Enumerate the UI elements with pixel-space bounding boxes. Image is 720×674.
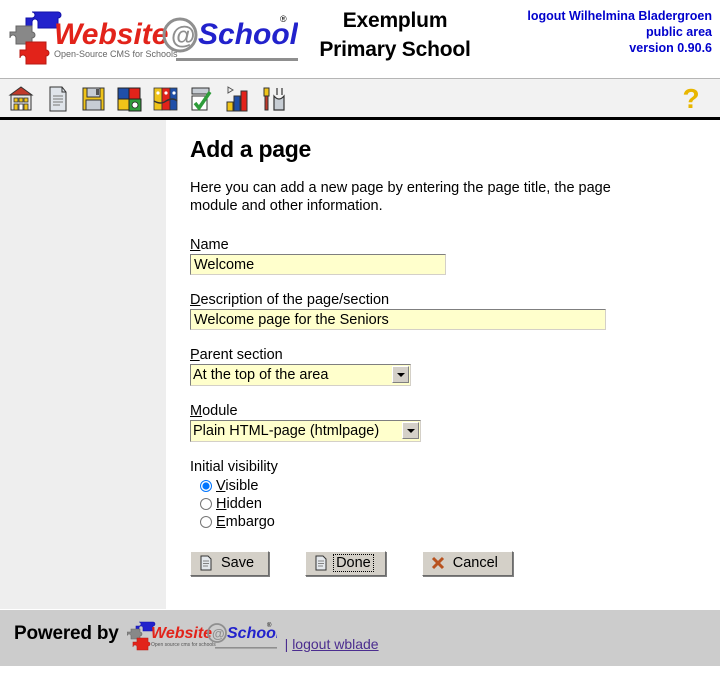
- visible-accesskey: V: [216, 478, 226, 494]
- svg-text:@: @: [171, 22, 195, 50]
- done-button[interactable]: Done: [305, 551, 386, 576]
- logout-link-text[interactable]: logout Wilhelmina Bladergroen: [527, 9, 712, 23]
- visible-rest: isible: [225, 478, 259, 494]
- name-accesskey: N: [190, 237, 201, 253]
- footer-separator: |: [284, 636, 289, 652]
- footer-link-group: | logout wblade: [285, 634, 379, 654]
- parent-section-label-rest: arent section: [199, 347, 283, 363]
- done-button-label: Done: [333, 554, 374, 572]
- field-group-parent-section: Parent section At the top of the area: [190, 347, 702, 386]
- name-label: Name: [190, 237, 702, 253]
- cancel-button[interactable]: Cancel: [421, 551, 513, 576]
- school-icon[interactable]: [6, 83, 36, 115]
- module-select-wrap: Plain HTML-page (htmlpage): [190, 420, 421, 442]
- visibility-radio-embargo[interactable]: [200, 516, 212, 528]
- page-footer: Powered by Website @ School ® Open sourc…: [0, 609, 720, 666]
- svg-text:®: ®: [267, 622, 272, 629]
- embargo-accesskey: E: [216, 514, 226, 530]
- header-status-block: logout Wilhelmina Bladergroen public are…: [527, 8, 712, 56]
- module-accesskey: M: [190, 403, 203, 419]
- website-at-school-logo[interactable]: Website @ School ® Open-Source CMS for S…: [8, 8, 298, 70]
- radio-row-embargo[interactable]: Embargo: [200, 513, 702, 531]
- school-name-line2: Primary School: [319, 38, 471, 61]
- school-name-line1: Exemplum: [342, 9, 448, 32]
- visibility-label: Initial visibility: [190, 459, 278, 475]
- visibility-radio-hidden-label[interactable]: Hidden: [216, 496, 262, 512]
- field-group-name: Name: [190, 237, 702, 275]
- toolbar-icon-group: [6, 83, 288, 115]
- save-disk-icon[interactable]: [78, 83, 108, 115]
- sidebar: [0, 120, 167, 609]
- save-button-label: Save: [221, 555, 255, 571]
- powered-by-label: Powered by: [14, 623, 119, 644]
- field-group-visibility: Initial visibility Visible Hidden Embarg…: [190, 459, 702, 531]
- main-toolbar: ?: [0, 78, 720, 120]
- module-label: Module: [190, 403, 702, 419]
- footer-content: Powered by Website @ School ® Open sourc…: [14, 618, 379, 654]
- users-faces-icon[interactable]: [150, 83, 180, 115]
- form-button-row: Save Done Cancel: [190, 551, 702, 576]
- tools-icon[interactable]: [258, 83, 288, 115]
- embargo-rest: mbargo: [225, 514, 275, 530]
- statistics-chart-icon[interactable]: [222, 83, 252, 115]
- page-icon: [200, 555, 212, 571]
- visibility-radio-hidden[interactable]: [200, 498, 212, 510]
- svg-text:?: ?: [682, 84, 699, 114]
- modules-puzzle-icon[interactable]: [114, 83, 144, 115]
- svg-text:Open-Source CMS for Schools: Open-Source CMS for Schools: [54, 49, 178, 59]
- page-title: Add a page: [190, 136, 311, 162]
- logout-link[interactable]: logout Wilhelmina Bladergroen: [527, 8, 712, 24]
- version-label: version 0.90.6: [629, 41, 712, 55]
- radio-row-hidden[interactable]: Hidden: [200, 495, 702, 513]
- main-content: Add a page Here you can add a new page b…: [168, 120, 720, 609]
- svg-text:Website: Website: [151, 625, 212, 642]
- logo-graphic: Website @ School ® Open-Source CMS for S…: [9, 11, 298, 65]
- visibility-radio-embargo-label[interactable]: Embargo: [216, 514, 275, 530]
- module-label-rest: odule: [202, 403, 238, 419]
- svg-text:Website: Website: [54, 18, 168, 51]
- name-label-rest: ame: [200, 237, 229, 253]
- area-label: public area: [646, 25, 712, 39]
- page-icon: [315, 555, 327, 571]
- svg-text:Open source cms for schools: Open source cms for schools: [151, 642, 216, 648]
- visibility-radio-visible[interactable]: [200, 480, 212, 492]
- name-input[interactable]: [190, 254, 446, 275]
- radio-row-visible[interactable]: Visible: [200, 477, 702, 495]
- description-accesskey: D: [190, 292, 201, 308]
- field-group-description: Description of the page/section: [190, 292, 702, 330]
- field-group-module: Module Plain HTML-page (htmlpage): [190, 403, 702, 442]
- footer-website-at-school-logo[interactable]: Website @ School ® Open source cms for s…: [126, 620, 277, 654]
- visibility-radio-visible-label[interactable]: Visible: [216, 478, 258, 494]
- description-label: Description of the page/section: [190, 292, 702, 308]
- svg-text:®: ®: [280, 14, 287, 24]
- description-input[interactable]: [190, 309, 606, 330]
- module-select[interactable]: Plain HTML-page (htmlpage): [190, 420, 421, 442]
- page-body: Add a page Here you can add a new page b…: [0, 120, 720, 609]
- parent-section-select[interactable]: At the top of the area: [190, 364, 411, 386]
- cross-icon: [431, 556, 444, 570]
- svg-text:@: @: [212, 626, 225, 641]
- question-mark-icon[interactable]: ?: [680, 84, 702, 114]
- save-button[interactable]: Save: [190, 551, 270, 576]
- parent-section-select-wrap: At the top of the area: [190, 364, 411, 386]
- page-header: Website @ School ® Open-Source CMS for S…: [0, 0, 720, 78]
- page-icon[interactable]: [42, 83, 72, 115]
- cancel-button-label: Cancel: [452, 555, 498, 571]
- hidden-rest: idden: [226, 496, 262, 512]
- parent-section-accesskey: P: [190, 347, 200, 363]
- page-intro-text: Here you can add a new page by entering …: [190, 180, 611, 214]
- visibility-radio-group: Visible Hidden Embargo: [190, 477, 702, 531]
- school-name: Exemplum Primary School: [300, 6, 490, 64]
- checklist-icon[interactable]: [186, 83, 216, 115]
- hidden-accesskey: H: [216, 496, 227, 512]
- footer-logout-link[interactable]: logout wblade: [292, 636, 378, 652]
- parent-section-label: Parent section: [190, 347, 702, 363]
- description-label-rest: escription of the page/section: [200, 292, 390, 308]
